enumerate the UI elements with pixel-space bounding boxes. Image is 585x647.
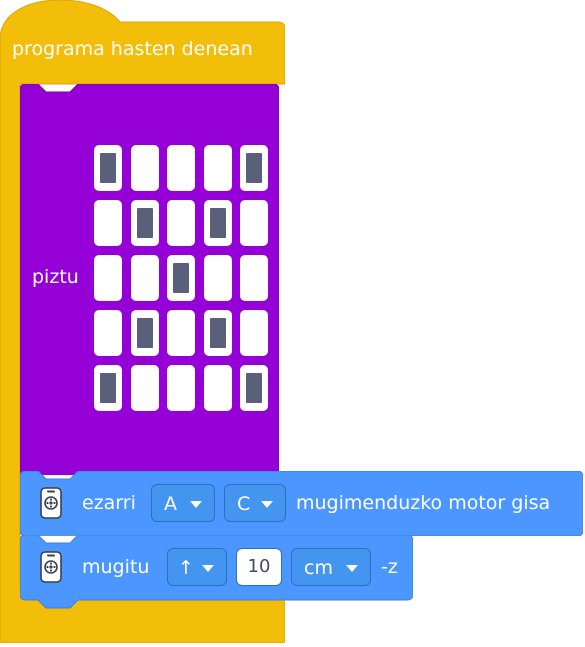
led-cell[interactable] [203, 255, 232, 301]
motor-icon [40, 487, 62, 519]
distance-input[interactable]: 10 [236, 548, 282, 586]
light-matrix-label: piztu [32, 266, 79, 288]
led-cell[interactable] [203, 145, 232, 191]
move-suffix: -z [381, 556, 398, 578]
led-cell[interactable] [203, 310, 232, 356]
led-cell[interactable] [167, 255, 195, 301]
led-cell[interactable] [94, 310, 122, 356]
led-cell[interactable] [167, 200, 195, 246]
led-on-indicator [100, 373, 116, 403]
led-on-indicator [209, 318, 226, 348]
led-cell[interactable] [130, 255, 159, 301]
port-a-value: A [164, 493, 177, 515]
led-cell[interactable] [167, 145, 195, 191]
led-cell[interactable] [240, 310, 268, 356]
unit-value: cm [304, 557, 333, 579]
led-on-indicator [100, 153, 116, 183]
led-cell[interactable] [130, 310, 159, 356]
led-cell[interactable] [203, 200, 232, 246]
led-matrix-grid[interactable] [94, 145, 268, 411]
motor-setup-verb: ezarri [82, 492, 136, 514]
led-cell[interactable] [240, 200, 268, 246]
led-on-indicator [246, 373, 262, 403]
chevron-down-icon [346, 565, 358, 572]
motor-setup-block[interactable]: ezarri A C mugimenduzko motor gisa [20, 471, 583, 536]
led-cell[interactable] [130, 200, 159, 246]
port-a-dropdown[interactable]: A [151, 484, 215, 522]
led-cell[interactable] [94, 365, 122, 411]
led-on-indicator [136, 318, 153, 348]
led-on-indicator [173, 263, 189, 293]
motor-setup-suffix: mugimenduzko motor gisa [296, 492, 551, 514]
led-on-indicator [136, 208, 153, 238]
chevron-down-icon [202, 565, 214, 572]
port-c-dropdown[interactable]: C [224, 484, 286, 522]
chevron-down-icon [261, 501, 273, 508]
led-cell[interactable] [240, 255, 268, 301]
led-cell[interactable] [94, 255, 122, 301]
direction-dropdown[interactable]: ↑ [167, 548, 227, 586]
motor-icon [40, 551, 62, 583]
direction-value: ↑ [178, 557, 194, 579]
led-cell[interactable] [130, 145, 159, 191]
led-cell[interactable] [203, 365, 232, 411]
led-cell[interactable] [240, 365, 268, 411]
led-cell[interactable] [130, 365, 159, 411]
led-cell[interactable] [167, 310, 195, 356]
led-on-indicator [209, 208, 226, 238]
led-on-indicator [246, 153, 262, 183]
move-verb: mugitu [82, 556, 150, 578]
port-c-value: C [237, 493, 251, 515]
led-cell[interactable] [94, 200, 122, 246]
led-cell[interactable] [94, 145, 122, 191]
chevron-down-icon [190, 501, 202, 508]
start-block-title: programa hasten denean [12, 38, 253, 60]
unit-dropdown[interactable]: cm [291, 548, 371, 586]
led-cell[interactable] [167, 365, 195, 411]
move-block[interactable]: mugitu ↑ 10 cm -z [20, 535, 413, 609]
led-cell[interactable] [240, 145, 268, 191]
